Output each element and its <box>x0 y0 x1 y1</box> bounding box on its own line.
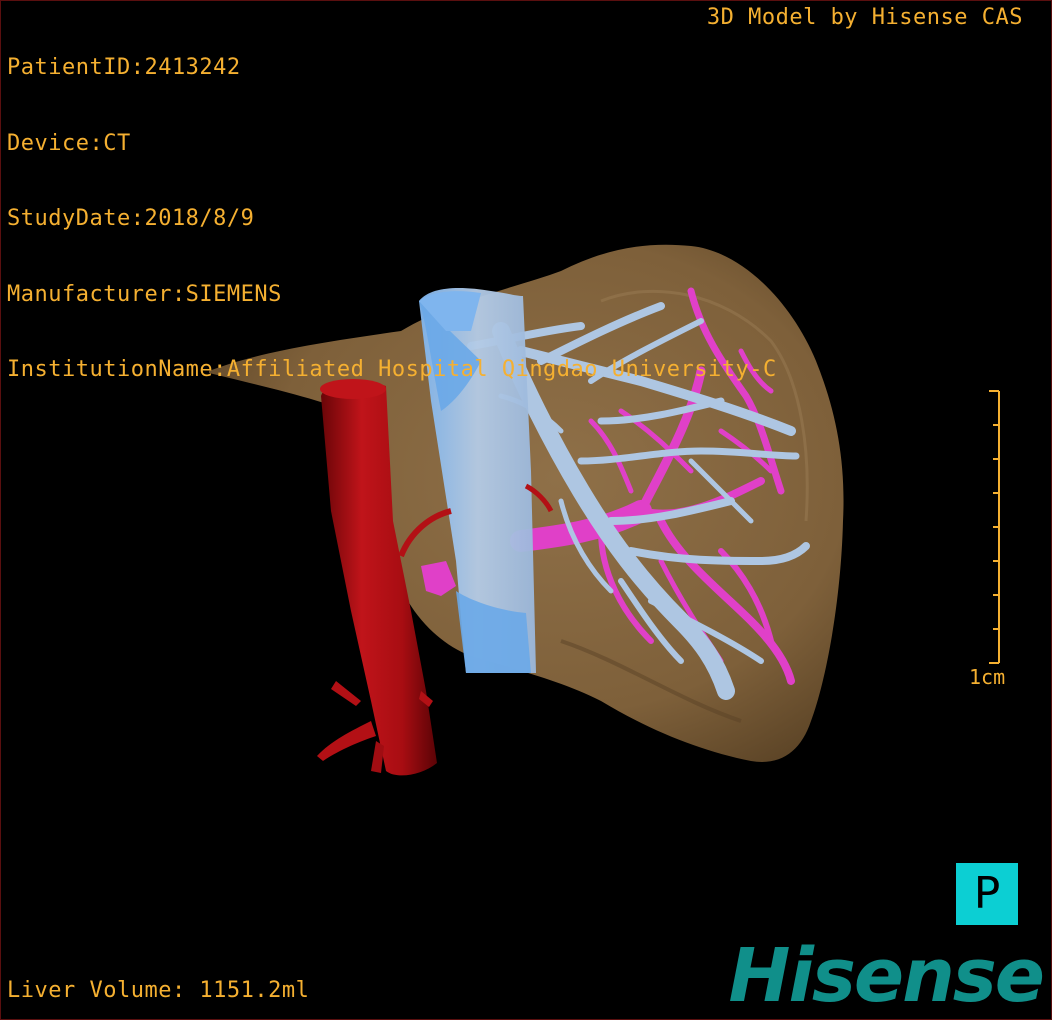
orientation-posterior-button[interactable]: P <box>956 863 1018 925</box>
manufacturer-text: Manufacturer:SIEMENS <box>7 281 282 307</box>
scale-ruler <box>989 390 1000 664</box>
patient-info-overlay: PatientID:2413242 Device:CT StudyDate:20… <box>7 5 777 433</box>
model-watermark: 3D Model by Hisense CAS <box>706 5 1023 30</box>
liver-volume-text: Liver Volume: 1151.2ml <box>7 978 310 1003</box>
institution-text: InstitutionName:Affiliated Hospital Qing… <box>7 357 777 382</box>
3d-viewport[interactable]: PatientID:2413242 Device:CT StudyDate:20… <box>0 0 1052 1020</box>
scale-label: 1cm <box>969 665 1006 689</box>
patient-id-text: PatientID:2413242 <box>7 55 241 80</box>
device-text: Device:CT <box>7 130 131 156</box>
hisense-logo: Hisense <box>728 933 1045 1019</box>
study-date-text: StudyDate:2018/8/9 <box>7 206 255 231</box>
